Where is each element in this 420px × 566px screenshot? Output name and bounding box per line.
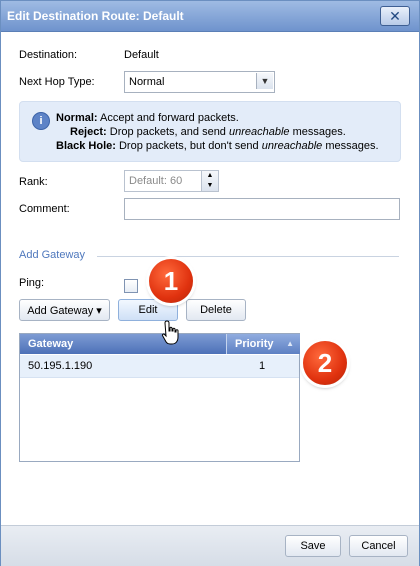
cell-priority: 1 [259, 360, 266, 372]
info-blackhole-desc: Drop packets, but don't send [115, 140, 262, 152]
dialog-footer: Save Cancel [1, 525, 419, 566]
save-label: Save [300, 540, 326, 552]
destination-label: Destination: [19, 49, 78, 61]
comment-label: Comment: [19, 203, 70, 215]
info-icon: i [32, 112, 50, 130]
add-gateway-label: Add Gateway ▾ [27, 304, 102, 317]
section-divider [97, 256, 399, 257]
spinner-arrows-icon[interactable]: ▲ ▼ [201, 171, 218, 191]
cancel-button[interactable]: Cancel [349, 535, 408, 557]
delete-label: Delete [200, 304, 232, 316]
info-reject-desc: Drop packets, and send [106, 126, 229, 138]
comment-input[interactable] [124, 198, 400, 220]
next-hop-value: Normal [129, 76, 165, 88]
info-reject-em: unreachable [228, 126, 290, 138]
info-box: i Normal: Accept and forward packets. Re… [19, 101, 401, 162]
rank-label: Rank: [19, 176, 48, 188]
close-icon: ✕ [389, 8, 401, 24]
info-blackhole-em: unreachable [261, 140, 323, 152]
delete-button[interactable]: Delete [186, 299, 246, 321]
info-reject: Reject: Drop packets, and send unreachab… [70, 126, 346, 138]
column-header-priority-label: Priority [235, 338, 274, 350]
info-reject-term: Reject: [70, 126, 107, 138]
close-button[interactable]: ✕ [380, 6, 410, 26]
table-row[interactable]: 50.195.1.190 1 [20, 355, 299, 378]
ping-label: Ping: [19, 277, 45, 289]
dialog-body: Destination: Default Next Hop Type: Norm… [1, 32, 419, 525]
rank-placeholder: Default: 60 [129, 175, 183, 187]
info-normal-term: Normal: [56, 112, 98, 124]
ping-checkbox[interactable] [124, 279, 138, 293]
dialog-titlebar[interactable]: Edit Destination Route: Default ✕ [1, 1, 419, 32]
cancel-label: Cancel [361, 540, 396, 552]
add-gateway-section-title: Add Gateway [19, 249, 92, 261]
sort-ascending-icon: ▲ [286, 339, 294, 348]
info-blackhole-desc-end: messages. [322, 140, 379, 152]
grid-header: Gateway Priority ▲ [20, 334, 300, 354]
callout-badge-1: 1 [149, 259, 193, 303]
next-hop-label: Next Hop Type: [19, 76, 95, 88]
next-hop-select[interactable]: Normal ▼ [124, 71, 275, 93]
info-blackhole: Black Hole: Drop packets, but don't send… [56, 140, 379, 152]
cell-gateway: 50.195.1.190 [28, 360, 93, 372]
edit-route-dialog: Edit Destination Route: Default ✕ Destin… [0, 0, 420, 566]
gateway-grid: Gateway Priority ▲ 50.195.1.190 1 [19, 333, 300, 462]
save-button[interactable]: Save [285, 535, 341, 557]
column-header-gateway[interactable]: Gateway [28, 338, 73, 350]
add-gateway-button[interactable]: Add Gateway ▾ [19, 299, 110, 321]
chevron-down-icon[interactable]: ▼ [256, 73, 273, 89]
edit-label: Edit [138, 304, 158, 316]
destination-value: Default [124, 49, 159, 61]
hand-cursor-icon [161, 320, 179, 345]
info-normal-desc: Accept and forward packets. [97, 112, 239, 124]
callout-badge-2: 2 [303, 341, 347, 385]
dialog-title: Edit Destination Route: Default [7, 9, 184, 23]
column-header-priority[interactable]: Priority ▲ [226, 334, 300, 354]
info-normal: Normal: Accept and forward packets. [56, 112, 239, 124]
info-reject-desc-end: messages. [289, 126, 346, 138]
info-blackhole-term: Black Hole: [56, 140, 116, 152]
rank-spinner[interactable]: Default: 60 ▲ ▼ [124, 170, 219, 192]
